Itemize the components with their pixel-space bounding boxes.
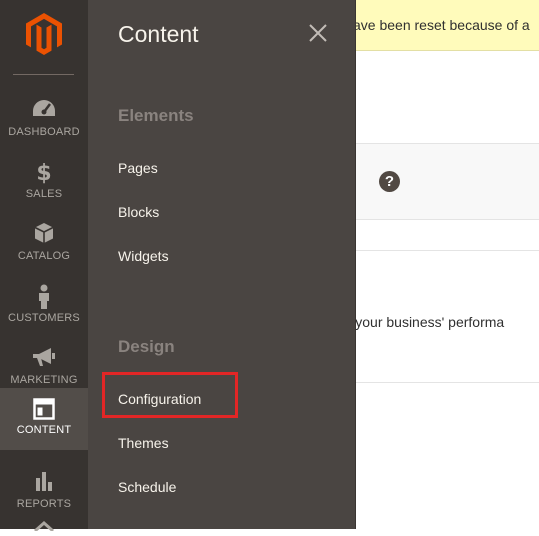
magento-logo[interactable] — [0, 0, 88, 74]
submenu-item-blocks[interactable]: Blocks — [118, 204, 159, 220]
nav-item-customers[interactable]: CUSTOMERS — [0, 274, 88, 336]
main-page: ave been reset because of a ? d of your … — [328, 0, 539, 529]
admin-sidebar: DASHBOARD $ SALES CATALOG CUSTOMERS MARK… — [0, 0, 88, 533]
nav-label-catalog: CATALOG — [17, 250, 71, 262]
dollar-icon: $ — [0, 160, 88, 186]
divider — [355, 250, 539, 251]
nav-label-customers: CUSTOMERS — [8, 312, 80, 324]
svg-text:$: $ — [36, 161, 51, 184]
logo-divider — [13, 74, 74, 75]
nav-item-catalog[interactable]: CATALOG — [0, 212, 88, 274]
layout-icon — [0, 398, 88, 424]
store-icon — [34, 520, 54, 533]
close-submenu-button[interactable] — [306, 21, 330, 45]
configuration-highlight-box — [102, 372, 238, 418]
submenu-item-themes[interactable]: Themes — [118, 435, 169, 451]
help-icon[interactable]: ? — [379, 171, 400, 192]
section-heading-elements: Elements — [118, 106, 194, 125]
nav-item-dashboard[interactable]: DASHBOARD — [0, 88, 88, 150]
submenu-item-widgets[interactable]: Widgets — [118, 248, 169, 264]
submenu-item-pages[interactable]: Pages — [118, 160, 158, 176]
nav-item-content[interactable]: CONTENT — [0, 388, 88, 450]
system-notice: ave been reset because of a — [355, 0, 539, 51]
bar-chart-icon — [0, 470, 88, 496]
nav-label-dashboard: DASHBOARD — [8, 126, 80, 138]
nav-label-content: CONTENT — [16, 424, 72, 436]
divider — [355, 382, 539, 383]
close-icon — [309, 24, 327, 42]
dashboard-icon — [0, 98, 88, 124]
nav-item-sales[interactable]: $ SALES — [0, 150, 88, 212]
notice-text: ave been reset because of a — [355, 17, 530, 33]
nav-label-marketing: MARKETING — [10, 374, 78, 386]
megaphone-icon — [0, 346, 88, 372]
nav-label-sales: SALES — [25, 188, 63, 200]
nav-label-reports: REPORTS — [16, 498, 72, 510]
page-header-band: ? — [355, 143, 539, 220]
person-icon — [0, 284, 88, 310]
content-submenu: Content Elements Pages Blocks Widgets De… — [88, 0, 356, 529]
nav-item-reports[interactable]: REPORTS — [0, 460, 88, 522]
submenu-item-schedule[interactable]: Schedule — [118, 479, 176, 495]
magento-logo-icon — [26, 13, 62, 55]
section-heading-design: Design — [118, 337, 175, 356]
cube-icon — [0, 222, 88, 248]
nav-item-stores-partial[interactable] — [0, 518, 88, 533]
submenu-title: Content — [118, 21, 199, 47]
